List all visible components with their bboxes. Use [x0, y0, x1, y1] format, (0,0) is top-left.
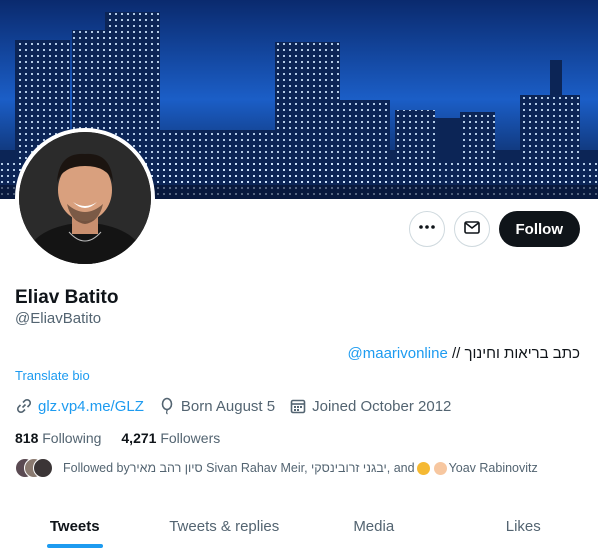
following-link[interactable]: 818 Following [15, 430, 101, 446]
follow-button[interactable]: Follow [498, 211, 580, 247]
follow-counts: 818 Following 4,271 Followers [15, 430, 220, 446]
kiss-emoji-icon [416, 461, 430, 475]
followed-by[interactable]: Followed by סיון רהב מאיר Sivan Rahav Me… [15, 458, 538, 478]
profile-bio: @maarivonline כתב בריאות וחינוך // [348, 345, 580, 362]
tab-label: Tweets & replies [169, 517, 280, 535]
followers-count: 4,271 [121, 430, 157, 446]
followed-by-names: סיון רהב מאיר Sivan Rahav Meir, יבגני זר… [129, 461, 415, 475]
following-label: Following [42, 430, 102, 446]
followers-label: Followers [160, 430, 221, 446]
tab-label: Media [353, 517, 395, 535]
avatar[interactable] [15, 128, 155, 268]
tab-label: Likes [505, 517, 541, 535]
tab-label: Tweets [49, 517, 100, 535]
born-item: Born August 5 [158, 397, 275, 415]
website-item: glz.vp4.me/GLZ [15, 397, 144, 415]
message-button[interactable] [453, 211, 490, 247]
profile-meta: glz.vp4.me/GLZ Born August 5 Joined Octo… [15, 397, 451, 415]
tab-tweets-replies[interactable]: Tweets & replies [150, 500, 300, 552]
profile-name: Eliav Batito [15, 287, 119, 308]
follower-avatars [15, 458, 55, 478]
profile-actions: Follow [408, 211, 580, 247]
bio-mention-link[interactable]: @maarivonline [348, 345, 448, 362]
follower-avatar [33, 458, 53, 478]
following-count: 818 [15, 430, 39, 446]
more-icon [418, 218, 436, 241]
ok-hand-emoji-icon [433, 461, 447, 475]
bio-text: כתב בריאות וחינוך // [451, 345, 580, 362]
profile-tabs: Tweets Tweets & replies Media Likes [0, 500, 598, 552]
more-button[interactable] [408, 211, 445, 247]
calendar-icon [289, 397, 307, 415]
followed-by-prefix: Followed by [63, 461, 130, 475]
tab-tweets[interactable]: Tweets [0, 500, 150, 552]
website-link[interactable]: glz.vp4.me/GLZ [38, 398, 144, 415]
followers-link[interactable]: 4,271 Followers [121, 430, 220, 446]
translate-bio-link[interactable]: Translate bio [15, 368, 90, 383]
joined-text: Joined October 2012 [312, 397, 452, 415]
joined-item: Joined October 2012 [289, 397, 451, 415]
tab-media[interactable]: Media [299, 500, 449, 552]
active-tab-indicator [46, 544, 103, 548]
balloon-icon [158, 397, 176, 415]
born-text: Born August 5 [180, 397, 276, 415]
followed-by-last: Yoav Rabinovitz [448, 461, 538, 475]
profile-photo [19, 132, 151, 264]
envelope-icon [463, 218, 481, 241]
tab-likes[interactable]: Likes [449, 500, 598, 552]
profile-handle: @EliavBatito [15, 310, 102, 327]
link-icon [15, 397, 33, 415]
